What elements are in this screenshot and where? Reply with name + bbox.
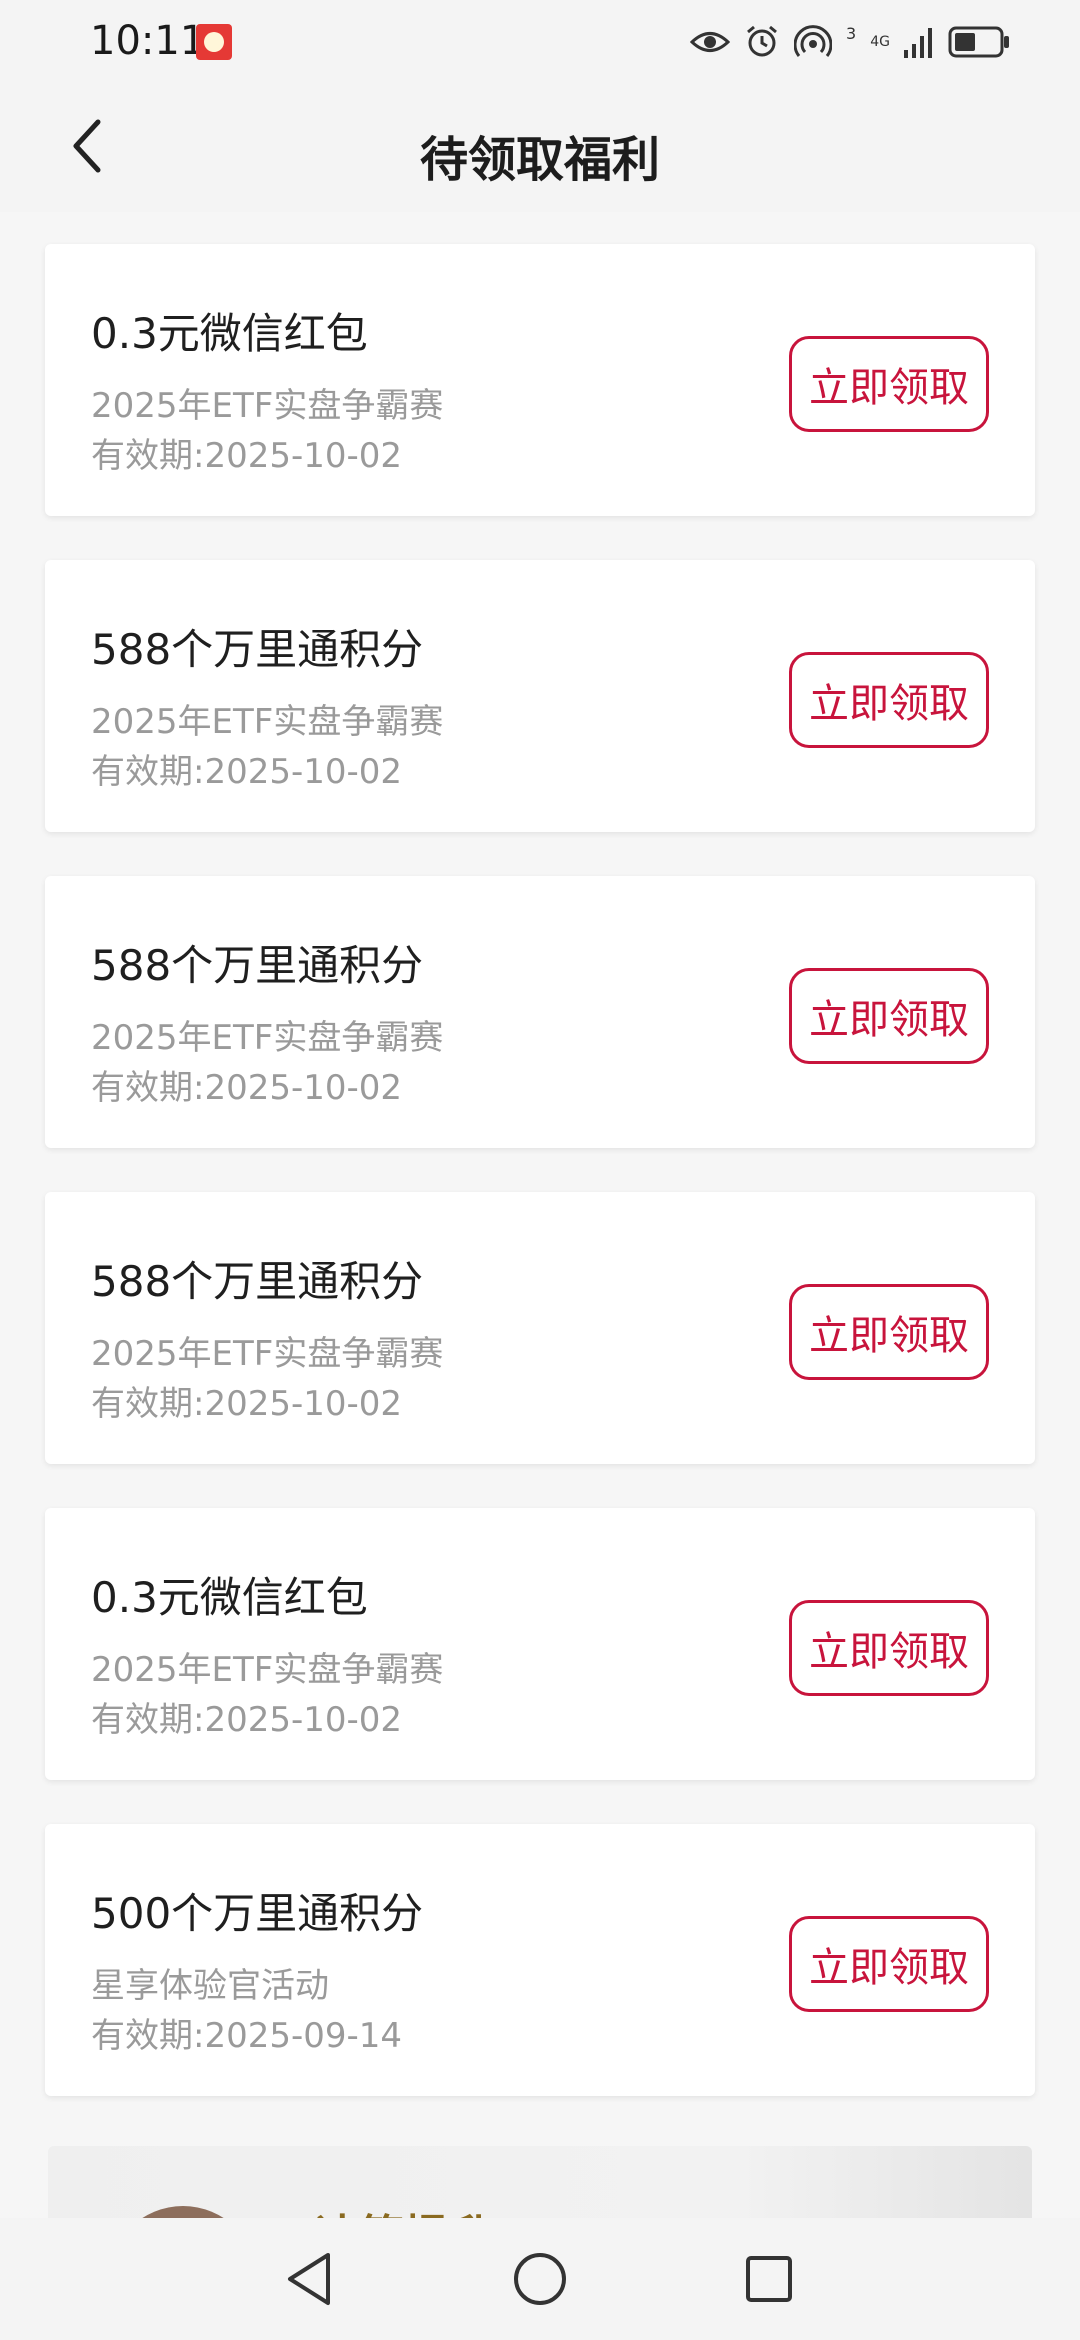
header: 待领取福利 bbox=[0, 84, 1080, 212]
reward-source: 2025年ETF实盘争霸赛 bbox=[91, 1334, 444, 1374]
reward-expiry: 有效期:2025-10-02 bbox=[91, 436, 403, 476]
reward-title: 500个万里通积分 bbox=[91, 1889, 424, 1938]
reward-title: 0.3元微信红包 bbox=[91, 309, 368, 358]
reward-source: 2025年ETF实盘争霸赛 bbox=[91, 386, 444, 426]
reward-card: 588个万里通积分 2025年ETF实盘争霸赛 有效期:2025-10-02 立… bbox=[45, 876, 1035, 1148]
reward-card: 588个万里通积分 2025年ETF实盘争霸赛 有效期:2025-10-02 立… bbox=[45, 560, 1035, 832]
reward-title: 0.3元微信红包 bbox=[91, 1573, 368, 1622]
status-icons: 3 4G bbox=[690, 20, 1010, 64]
system-nav-bar bbox=[0, 2218, 1080, 2340]
reward-expiry: 有效期:2025-10-02 bbox=[91, 1700, 403, 1740]
reward-expiry: 有效期:2025-09-14 bbox=[91, 2016, 403, 2056]
reward-source: 2025年ETF实盘争霸赛 bbox=[91, 702, 444, 742]
claim-button[interactable]: 立即领取 bbox=[789, 1916, 989, 2012]
claim-button[interactable]: 立即领取 bbox=[789, 652, 989, 748]
status-bar: 10:11 3 4G bbox=[0, 0, 1080, 84]
status-time: 10:11 bbox=[90, 18, 206, 64]
claim-button[interactable]: 立即领取 bbox=[789, 1600, 989, 1696]
reward-title: 588个万里通积分 bbox=[91, 625, 424, 674]
rewards-list: 0.3元微信红包 2025年ETF实盘争霸赛 有效期:2025-10-02 立即… bbox=[0, 212, 1080, 2266]
eye-icon bbox=[690, 32, 731, 52]
nav-home-button[interactable] bbox=[505, 2244, 575, 2314]
reward-source: 星享体验官活动 bbox=[91, 1966, 329, 2006]
reward-expiry: 有效期:2025-10-02 bbox=[91, 1384, 403, 1424]
nav-recents-button[interactable] bbox=[734, 2244, 804, 2314]
reward-source: 2025年ETF实盘争霸赛 bbox=[91, 1650, 444, 1690]
network-type-label: 4G bbox=[870, 34, 890, 50]
claim-button[interactable]: 立即领取 bbox=[789, 968, 989, 1064]
reward-card: 588个万里通积分 2025年ETF实盘争霸赛 有效期:2025-10-02 立… bbox=[45, 1192, 1035, 1464]
reward-card: 0.3元微信红包 2025年ETF实盘争霸赛 有效期:2025-10-02 立即… bbox=[45, 1508, 1035, 1780]
battery-icon bbox=[948, 26, 1009, 58]
square-recents-icon bbox=[746, 2256, 792, 2302]
circle-home-icon bbox=[514, 2253, 566, 2305]
alarm-icon bbox=[747, 25, 778, 57]
reward-expiry: 有效期:2025-10-02 bbox=[91, 1068, 403, 1108]
reward-title: 588个万里通积分 bbox=[91, 941, 424, 990]
reward-title: 588个万里通积分 bbox=[91, 1257, 424, 1306]
triangle-back-icon bbox=[288, 2253, 330, 2305]
app-notification-icon bbox=[196, 24, 232, 60]
page-title: 待领取福利 bbox=[419, 132, 660, 188]
reward-card: 0.3元微信红包 2025年ETF实盘争霸赛 有效期:2025-10-02 立即… bbox=[45, 244, 1035, 516]
reward-source: 2025年ETF实盘争霸赛 bbox=[91, 1018, 444, 1058]
reward-card: 500个万里通积分 星享体验官活动 有效期:2025-09-14 立即领取 bbox=[45, 1824, 1035, 2096]
sim-label: 3 bbox=[846, 23, 857, 43]
claim-button[interactable]: 立即领取 bbox=[789, 1284, 989, 1380]
reward-expiry: 有效期:2025-10-02 bbox=[91, 752, 403, 792]
signal-icon bbox=[904, 28, 932, 58]
nav-back-button[interactable] bbox=[274, 2244, 344, 2314]
hotspot-icon bbox=[794, 25, 833, 57]
claim-button[interactable]: 立即领取 bbox=[789, 336, 989, 432]
